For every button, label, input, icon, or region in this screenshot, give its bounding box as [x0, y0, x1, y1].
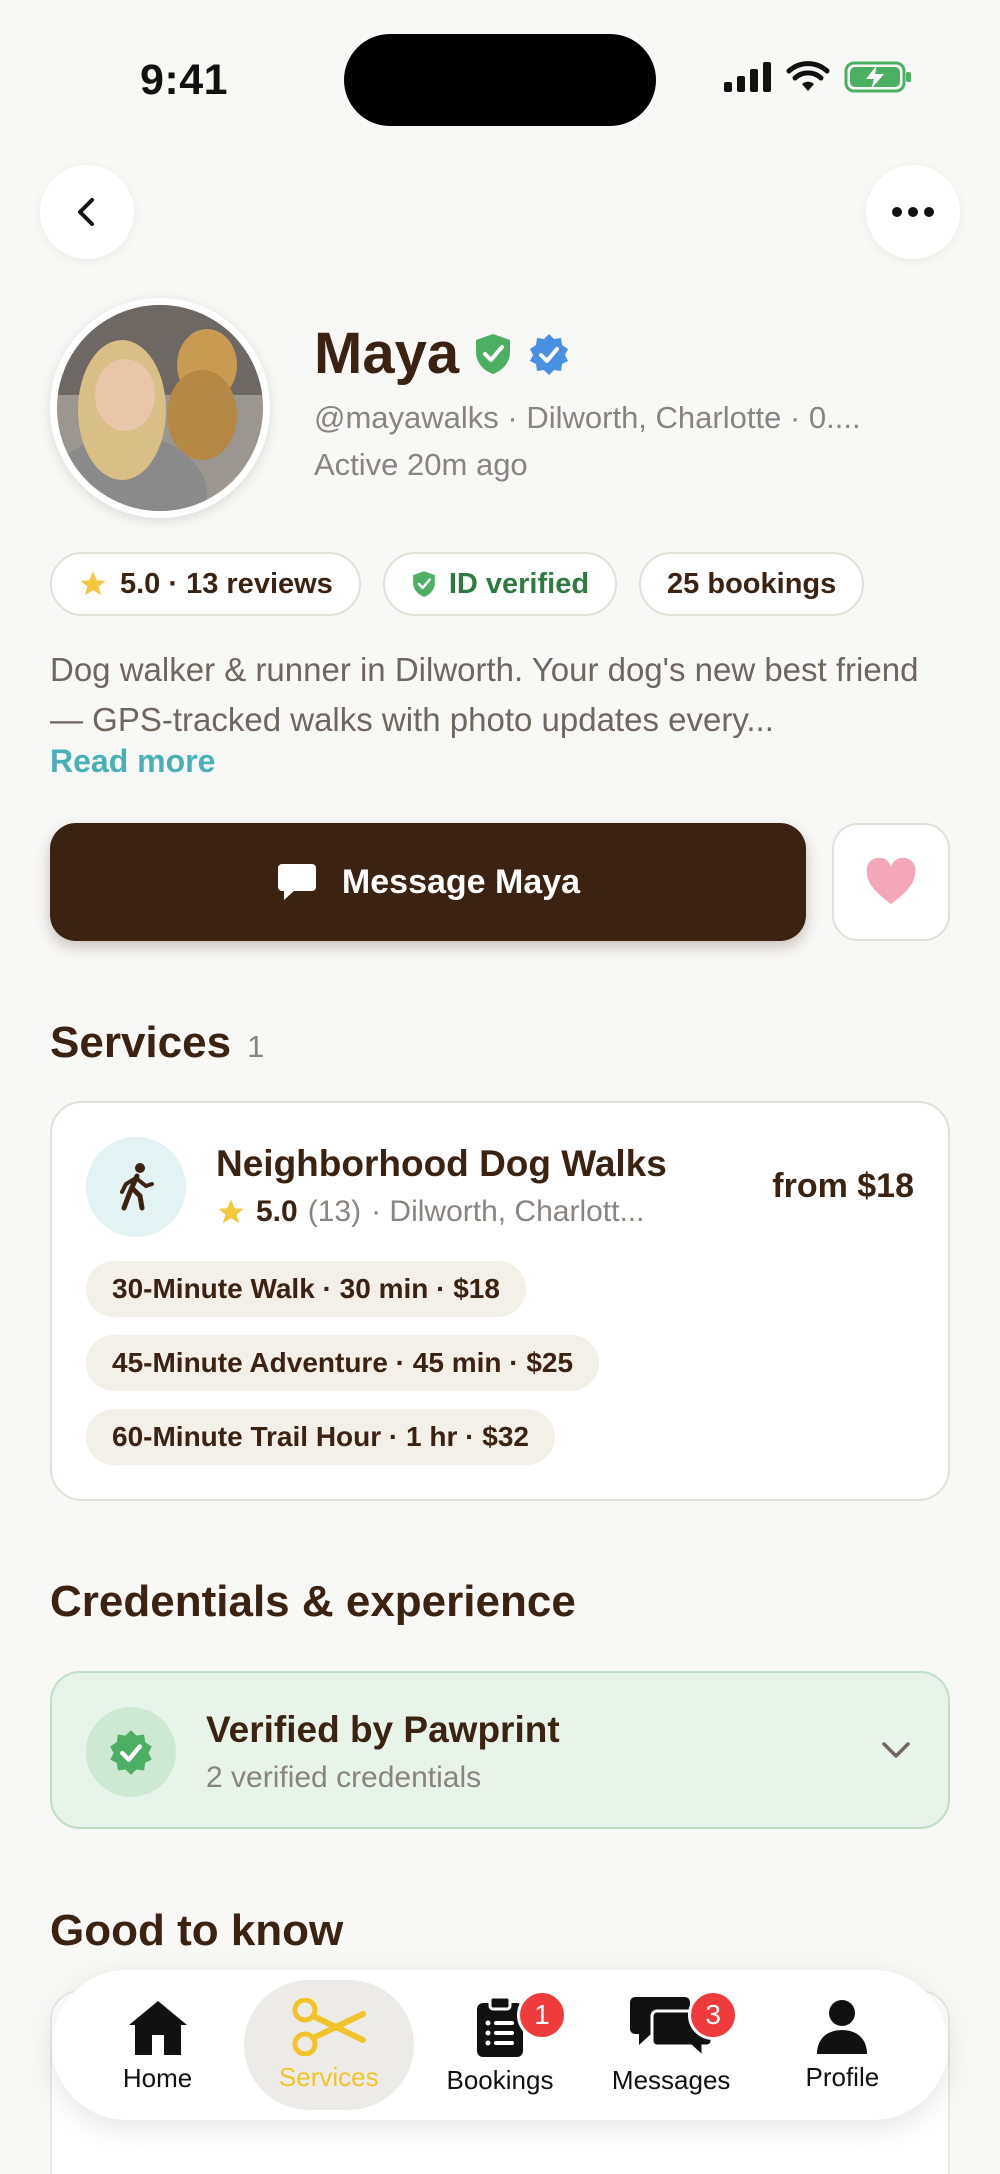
good-to-know-title: Good to know — [50, 1906, 344, 1955]
chevron-left-icon — [78, 198, 94, 226]
heart-icon — [866, 858, 916, 904]
services-count: 1 — [247, 1029, 265, 1064]
active-status: Active 20m ago — [314, 447, 528, 482]
id-verified-label: ID verified — [448, 567, 590, 600]
favorite-button[interactable] — [832, 823, 950, 941]
tab-bookings[interactable]: Bookings 1 — [415, 1980, 585, 2110]
service-review-count: (13) — [307, 1195, 362, 1228]
service-location: · Dilworth, Charlott... — [371, 1195, 645, 1228]
verified-badge-icon — [530, 333, 569, 375]
tab-profile-label: Profile — [805, 2061, 880, 2092]
bookings-chip[interactable]: 25 bookings — [639, 552, 865, 616]
profile-handle: @mayawalks · Dilworth, Charlotte · 0.... — [314, 400, 861, 435]
tab-messages-label: Messages — [611, 2064, 731, 2095]
avatar[interactable] — [50, 298, 270, 518]
battery-charging-icon — [844, 61, 911, 93]
home-icon — [128, 2000, 187, 2055]
profile-name: Maya — [314, 321, 460, 386]
tab-home[interactable]: Home — [73, 1980, 243, 2110]
rating-chip[interactable]: 5.0 · 13 reviews — [50, 552, 361, 616]
bookings-chip-label: 25 bookings — [667, 567, 837, 600]
chevron-down-icon[interactable] — [878, 1731, 914, 1767]
back-button[interactable] — [40, 165, 134, 259]
credentials-card-title: Verified by Pawprint — [206, 1709, 560, 1750]
message-button[interactable]: Message Maya — [50, 823, 806, 941]
name-row: Maya — [314, 320, 571, 387]
status-icons — [724, 60, 914, 94]
star-icon — [218, 1199, 244, 1224]
tab-bookings-label: Bookings — [446, 2064, 554, 2095]
services-title: Services — [50, 1018, 232, 1067]
profile-bio: Dog walker & runner in Dilworth. Your do… — [50, 651, 919, 738]
chat-bubble-icon — [277, 864, 316, 900]
profile-chips: 5.0 · 13 reviews ID verified 25 bookings — [50, 552, 865, 616]
bookings-badge: 1 — [516, 1990, 567, 2040]
tab-profile[interactable]: Profile — [757, 1980, 927, 2110]
tab-messages[interactable]: Messages 3 — [586, 1980, 756, 2110]
messages-badge: 3 — [688, 1990, 739, 2040]
service-name: Neighborhood Dog Walks — [216, 1143, 667, 1184]
message-button-label: Message Maya — [341, 862, 581, 901]
avatar-photo — [57, 305, 263, 511]
wifi-icon — [786, 61, 830, 91]
service-icon-wrap — [86, 1137, 186, 1237]
more-options-button[interactable] — [866, 165, 960, 259]
id-verified-chip[interactable]: ID verified — [382, 552, 618, 616]
status-time: 9:41 — [140, 56, 229, 104]
credentials-card[interactable]: Verified by Pawprint 2 verified credenti… — [50, 1671, 950, 1829]
shield-check-icon — [476, 333, 511, 374]
tab-bar: Home Services Bookings 1 Messages 3 Prof… — [52, 1970, 948, 2120]
more-horizontal-icon — [892, 207, 934, 217]
credentials-card-subtitle: 2 verified credentials — [206, 1761, 482, 1794]
dynamic-island — [344, 34, 656, 126]
verified-badge-icon — [110, 1730, 152, 1775]
signal-icon — [724, 62, 771, 92]
walking-person-icon — [120, 1163, 154, 1211]
tab-home-label: Home — [122, 2062, 193, 2093]
star-icon — [80, 571, 106, 596]
service-option-pill[interactable]: 30-Minute Walk · 30 min · $18 — [86, 1261, 526, 1317]
service-meta: 5.0 (13) · Dilworth, Charlott... — [216, 1195, 644, 1229]
services-heading: Services 1 — [50, 1018, 264, 1068]
service-options: 30-Minute Walk · 30 min · $18 45-Minute … — [86, 1261, 600, 1465]
scissors-icon — [292, 1997, 366, 2056]
shield-check-icon — [413, 571, 435, 597]
service-rating: 5.0 — [256, 1195, 298, 1228]
credentials-icon-wrap — [86, 1707, 176, 1797]
service-option-pill[interactable]: 45-Minute Adventure · 45 min · $25 — [86, 1335, 600, 1391]
read-more-link[interactable]: Read more — [50, 743, 215, 780]
tab-services-label: Services — [278, 2061, 379, 2092]
person-icon — [817, 1999, 868, 2054]
service-option-pill[interactable]: 60-Minute Trail Hour · 1 hr · $32 — [86, 1409, 555, 1465]
service-price: from $18 — [772, 1167, 914, 1205]
tab-services[interactable]: Services — [243, 1980, 414, 2110]
credentials-title: Credentials & experience — [50, 1577, 576, 1626]
service-card[interactable]: Neighborhood Dog Walks 5.0 (13) · Dilwor… — [50, 1101, 950, 1501]
rating-chip-label: 5.0 · 13 reviews — [120, 567, 333, 600]
